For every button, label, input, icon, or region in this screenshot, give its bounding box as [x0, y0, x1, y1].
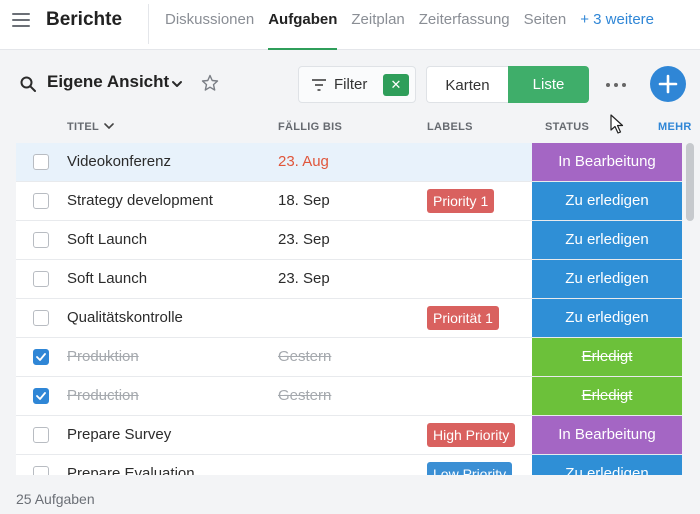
tab-diskussionen[interactable]: Diskussionen: [165, 0, 254, 50]
column-header-more[interactable]: MEHR: [658, 121, 692, 133]
table-row[interactable]: Qualitätskontrolle Priorität 1 Zu erledige…: [16, 299, 682, 338]
task-due-date: 23. Aug: [278, 153, 329, 170]
task-due-date: Gestern: [278, 387, 332, 404]
task-title[interactable]: Strategy development: [67, 192, 213, 209]
task-due-date: 23. Sep: [278, 270, 330, 287]
task-status-cell[interactable]: Zu erledigen: [532, 182, 682, 220]
row-checkbox[interactable]: [33, 310, 49, 326]
list-view-button[interactable]: Liste: [508, 66, 589, 103]
task-status-cell[interactable]: Zu erledigen: [532, 260, 682, 298]
table-row[interactable]: Soft Launch 23. Sep Zu erledigen: [16, 260, 682, 299]
tab-zeiterfassung[interactable]: Zeiterfassung: [419, 0, 510, 50]
column-header-due[interactable]: FÄLLIG BIS: [278, 121, 342, 133]
task-title[interactable]: Qualitätskontrolle: [67, 309, 183, 326]
task-title[interactable]: Videokonferenz: [67, 153, 171, 170]
view-mode-toggle: Karten Liste: [426, 66, 589, 103]
add-task-button[interactable]: [650, 66, 686, 102]
task-label-badge[interactable]: Low Priority: [427, 462, 513, 475]
nav-divider: [148, 4, 149, 44]
task-list: Videokonferenz 23. Aug In Bearbeitung Strat…: [16, 143, 682, 475]
task-label-badge[interactable]: High Priority: [427, 423, 516, 447]
row-checkbox[interactable]: [33, 349, 49, 365]
column-header-labels[interactable]: LABELS: [427, 121, 473, 133]
table-row[interactable]: Produktion Gestern Erledigt: [16, 338, 682, 377]
task-label-badge[interactable]: Priorität 1: [427, 306, 499, 330]
plus-icon: [658, 74, 678, 94]
row-checkbox[interactable]: [33, 466, 49, 475]
task-status-cell[interactable]: Zu erledigen: [532, 299, 682, 337]
task-due-date: 23. Sep: [278, 231, 330, 248]
tab-seiten[interactable]: Seiten: [524, 0, 567, 50]
filter-button[interactable]: Filter ✕: [298, 66, 416, 103]
table-row[interactable]: Strategy development 18. Sep Priority 1 Zu …: [16, 182, 682, 221]
task-status-cell[interactable]: Zu erledigen: [532, 221, 682, 259]
filter-icon: [312, 79, 326, 91]
task-status-cell[interactable]: In Bearbeitung: [532, 143, 682, 181]
task-label-badge[interactable]: Priority 1: [427, 189, 495, 213]
table-row[interactable]: Production Gestern Erledigt: [16, 377, 682, 416]
row-checkbox[interactable]: [33, 427, 49, 443]
column-header-title[interactable]: TITEL: [67, 121, 99, 133]
top-navigation: Berichte Diskussionen Aufgaben Zeitplan …: [0, 0, 700, 50]
row-checkbox[interactable]: [33, 232, 49, 248]
chevron-down-icon[interactable]: [171, 78, 183, 90]
task-due-date: Gestern: [278, 348, 332, 365]
filter-label: Filter: [334, 76, 368, 93]
column-header-status[interactable]: STATUS: [545, 121, 589, 133]
hamburger-menu-icon[interactable]: [12, 12, 30, 28]
task-title[interactable]: Prepare Evaluation: [67, 465, 195, 475]
search-icon[interactable]: [20, 76, 36, 92]
table-row[interactable]: Soft Launch 23. Sep Zu erledigen: [16, 221, 682, 260]
checkmark-icon: [36, 392, 46, 400]
task-count: 25 Aufgaben: [16, 491, 95, 507]
more-options-icon[interactable]: [606, 83, 626, 87]
task-title[interactable]: Soft Launch: [67, 231, 147, 248]
sort-chevron-icon[interactable]: [104, 122, 114, 130]
view-toolbar: Eigene Ansicht Filter ✕ Karten Liste: [0, 51, 700, 113]
tab-more-link[interactable]: + 3 weitere: [580, 0, 654, 50]
table-header: TITEL FÄLLIG BIS LABELS STATUS MEHR: [0, 113, 700, 143]
task-title[interactable]: Prepare Survey: [67, 426, 171, 443]
task-status-cell[interactable]: Erledigt: [532, 338, 682, 376]
task-title[interactable]: Production: [67, 387, 139, 404]
table-row[interactable]: Prepare Evaluation Low Priority Zu erledig…: [16, 455, 682, 475]
view-selector-title[interactable]: Eigene Ansicht: [47, 72, 169, 92]
row-checkbox[interactable]: [33, 154, 49, 170]
scrollbar-thumb[interactable]: [686, 143, 694, 221]
row-checkbox[interactable]: [33, 193, 49, 209]
row-checkbox[interactable]: [33, 388, 49, 404]
table-row[interactable]: Videokonferenz 23. Aug In Bearbeitung: [16, 143, 682, 182]
clear-filter-icon[interactable]: ✕: [383, 74, 409, 96]
task-title[interactable]: Soft Launch: [67, 270, 147, 287]
project-tabs: Diskussionen Aufgaben Zeitplan Zeiterfas…: [165, 0, 668, 50]
row-checkbox[interactable]: [33, 271, 49, 287]
task-title[interactable]: Produktion: [67, 348, 139, 365]
task-due-date: 18. Sep: [278, 192, 330, 209]
scrollbar[interactable]: [686, 143, 694, 475]
tab-zeitplan[interactable]: Zeitplan: [351, 0, 404, 50]
app-title: Berichte: [46, 9, 123, 30]
table-row[interactable]: Prepare Survey High Priority In Bearbeitun…: [16, 416, 682, 455]
task-status-cell[interactable]: Zu erledigen: [532, 455, 682, 475]
checkmark-icon: [36, 353, 46, 361]
star-icon[interactable]: [201, 74, 219, 92]
tab-aufgaben[interactable]: Aufgaben: [268, 0, 338, 50]
mouse-cursor-icon: [610, 114, 624, 134]
cards-view-button[interactable]: Karten: [426, 66, 508, 103]
task-status-cell[interactable]: Erledigt: [532, 377, 682, 415]
task-status-cell[interactable]: In Bearbeitung: [532, 416, 682, 454]
